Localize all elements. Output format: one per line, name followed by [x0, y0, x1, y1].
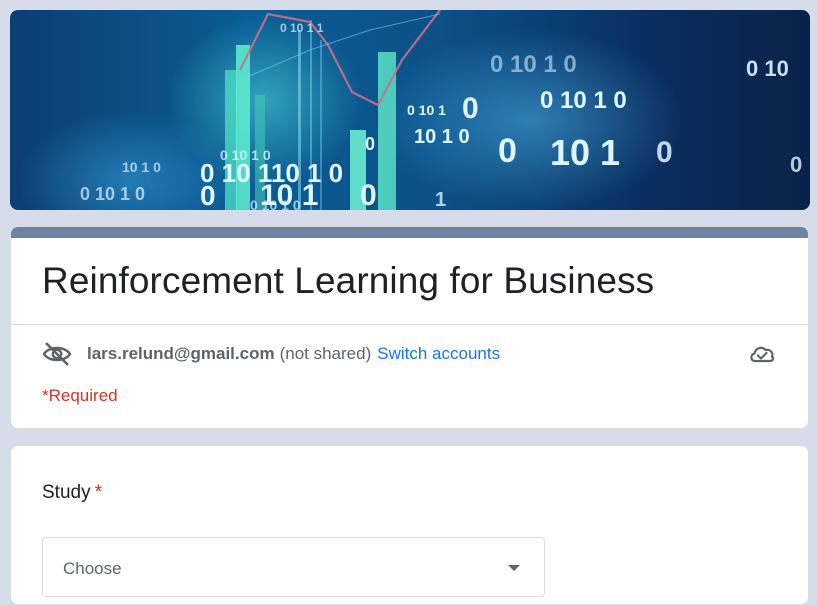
required-asterisk: *	[94, 482, 102, 503]
question-label: Study *	[42, 482, 102, 504]
svg-text:0: 0	[200, 180, 216, 210]
account-row: lars.relund@gmail.com (not shared) Switc…	[42, 341, 788, 367]
svg-text:10 1: 10 1	[550, 132, 620, 173]
switch-accounts-link[interactable]: Switch accounts	[377, 344, 500, 364]
svg-text:0: 0	[656, 136, 673, 169]
question-title: Study	[42, 482, 91, 503]
svg-text:10 1 0: 10 1 0	[414, 126, 470, 148]
required-note: *Required	[42, 386, 118, 405]
svg-text:0: 0	[462, 92, 479, 125]
study-select[interactable]: Choose	[42, 537, 545, 597]
header-divider	[11, 324, 808, 325]
accent-bar	[11, 227, 808, 238]
form-header-card: Reinforcement Learning for Business lars…	[10, 226, 809, 429]
svg-text:0 10 1 1: 0 10 1 1	[280, 21, 324, 35]
svg-text:1: 1	[435, 189, 446, 210]
cloud-sync-icon[interactable]	[748, 342, 776, 366]
dropdown-caret-icon	[508, 565, 520, 571]
svg-text:0 10 1 0: 0 10 1 0	[250, 197, 301, 210]
select-placeholder: Choose	[63, 559, 122, 578]
banner-image: 0 10 1 1 0 10 1 0 0 10 0 10 1 0 0 10 1 0…	[10, 10, 810, 210]
svg-text:10 1 0: 10 1 0	[122, 159, 161, 175]
svg-text:0: 0	[360, 179, 377, 210]
eye-off-icon	[42, 342, 72, 366]
svg-text:0: 0	[365, 134, 375, 154]
not-shared-label: (not shared)	[279, 344, 372, 363]
account-email: lars.relund@gmail.com	[87, 344, 275, 363]
svg-text:0 10 1 0: 0 10 1 0	[540, 87, 627, 114]
svg-text:0 10 1 0: 0 10 1 0	[80, 184, 145, 204]
form-title: Reinforcement Learning for Business	[42, 260, 655, 301]
svg-text:0 10 1 0: 0 10 1 0	[490, 51, 577, 78]
question-card: Study * Choose	[10, 445, 809, 605]
svg-text:0 10 1: 0 10 1	[407, 102, 446, 118]
svg-text:0: 0	[498, 132, 517, 170]
svg-text:0 10: 0 10	[746, 56, 789, 81]
banner-graphic: 0 10 1 1 0 10 1 0 0 10 0 10 1 0 0 10 1 0…	[80, 10, 802, 210]
svg-text:0: 0	[790, 152, 802, 177]
